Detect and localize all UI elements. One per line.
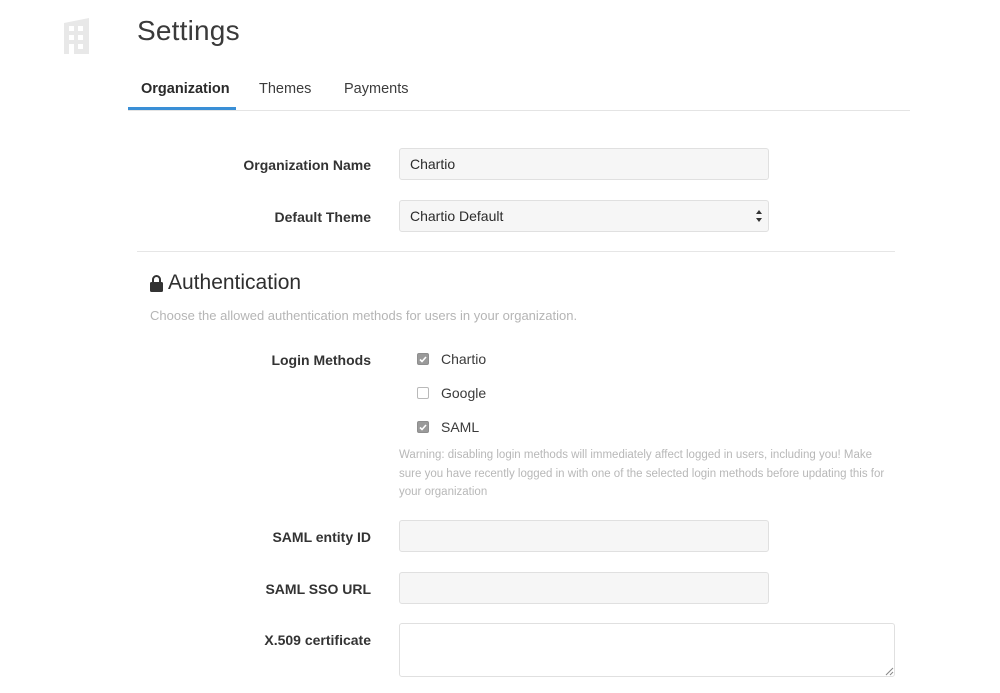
login-methods-warning: Warning: disabling login methods will im… (399, 449, 885, 498)
resize-grip-icon[interactable] (885, 667, 894, 676)
active-tab-indicator (128, 107, 236, 110)
checkmark-icon (419, 423, 427, 431)
authentication-heading: Authentication (150, 271, 301, 295)
login-methods-label: Login Methods (271, 352, 371, 368)
authentication-title: Authentication (168, 271, 302, 294)
checkbox-chartio[interactable] (417, 353, 429, 365)
authentication-description: Choose the allowed authentication method… (150, 308, 578, 323)
x509-certificate-textarea[interactable] (399, 623, 895, 677)
login-method-label: Chartio (441, 351, 487, 367)
default-theme-select[interactable]: Chartio Default (399, 200, 769, 232)
tab-themes[interactable]: Themes (259, 81, 311, 108)
saml-sso-url-label: SAML SSO URL (265, 581, 371, 597)
login-method-saml[interactable]: SAML (417, 419, 479, 435)
tab-organization[interactable]: Organization (141, 81, 230, 108)
default-theme-value: Chartio Default (410, 208, 504, 224)
default-theme-label: Default Theme (274, 209, 371, 225)
settings-tabs: Organization Themes Payments (128, 72, 910, 111)
login-method-label: Google (441, 385, 487, 401)
login-method-google[interactable]: Google (417, 385, 486, 401)
checkbox-saml[interactable] (417, 421, 429, 433)
saml-sso-url-input[interactable] (399, 572, 769, 604)
x509-certificate-label: X.509 certificate (264, 632, 371, 648)
organization-name-input[interactable] (399, 148, 769, 180)
login-method-label: SAML (441, 419, 480, 435)
saml-entity-id-label: SAML entity ID (272, 529, 371, 545)
saml-entity-id-input[interactable] (399, 520, 769, 552)
checkbox-google[interactable] (417, 387, 429, 399)
lock-icon (150, 274, 163, 292)
page-title: Settings (137, 15, 240, 46)
select-arrows-icon (756, 210, 762, 222)
login-method-chartio[interactable]: Chartio (417, 351, 486, 367)
tab-payments[interactable]: Payments (344, 81, 408, 108)
building-icon (64, 18, 89, 54)
organization-name-label: Organization Name (243, 157, 371, 173)
checkmark-icon (419, 355, 427, 363)
section-divider (137, 251, 895, 252)
